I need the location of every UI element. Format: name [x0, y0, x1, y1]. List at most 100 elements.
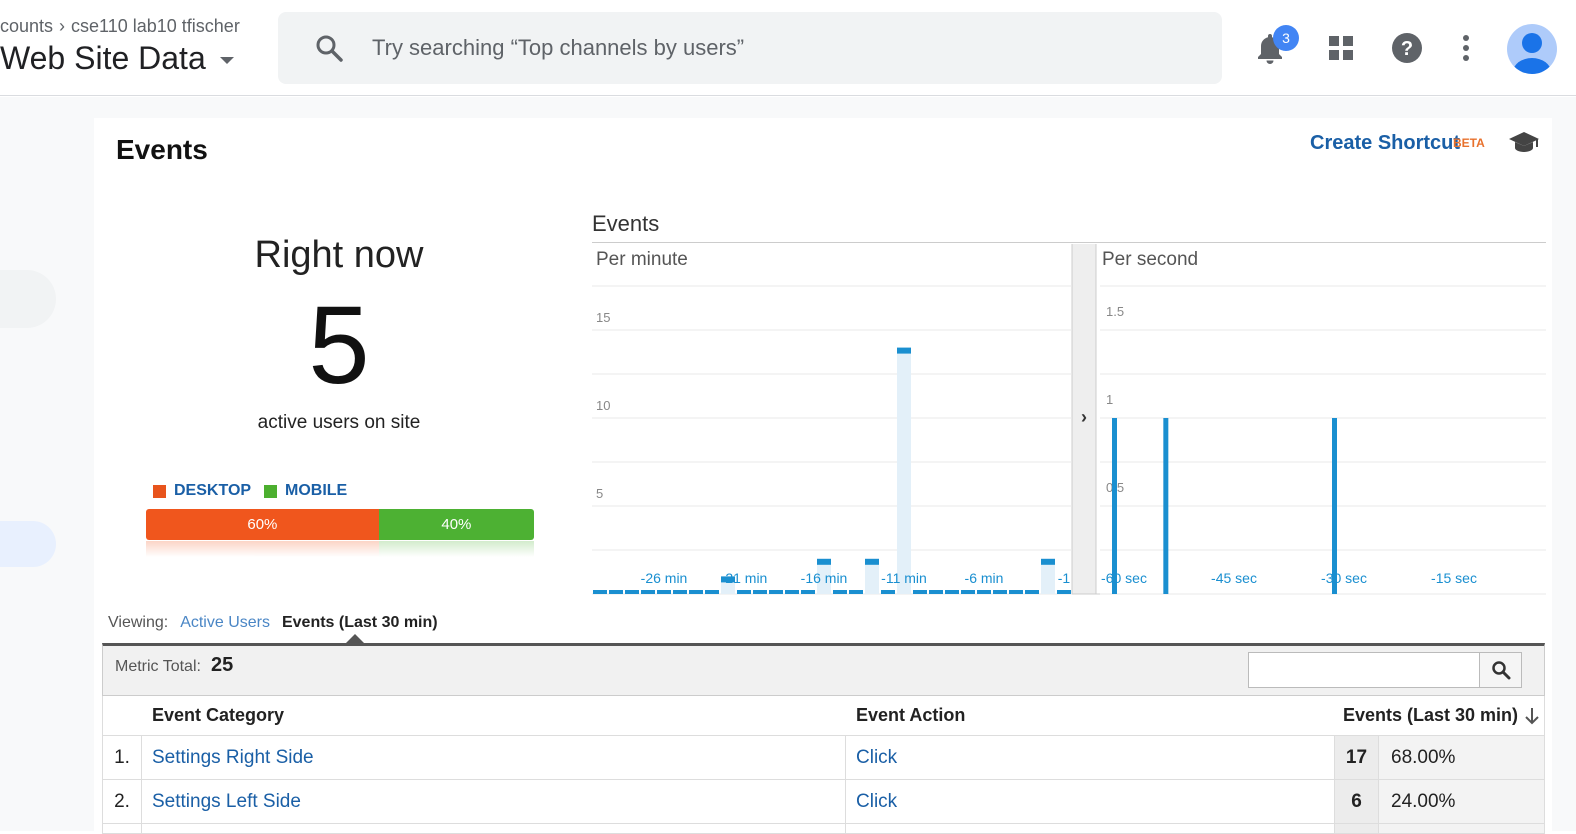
right-now-title: Right now	[254, 234, 424, 276]
index-header	[103, 696, 142, 735]
x-tick-label: -6 min	[965, 570, 1004, 586]
bar-baseline-segment	[689, 590, 703, 594]
events-header-label: Events (Last 30 min)	[1342, 705, 1518, 725]
bar-mark	[1041, 558, 1055, 565]
event-category-link[interactable]: Settings Left Side	[142, 780, 846, 823]
legend-swatch	[153, 484, 166, 498]
breadcrumb-account[interactable]: cse110 lab10 tfischer	[71, 16, 240, 37]
events-count: 6	[1335, 780, 1379, 823]
device-split-bar: 60% 40%	[146, 509, 534, 540]
sort-arrow-down-icon	[1525, 707, 1539, 724]
viewing-selector: Viewing: Active Users Events (Last 30 mi…	[108, 614, 438, 632]
bar-baseline-segment	[913, 590, 927, 594]
table-header: Event Category Event Action Events (Last…	[102, 696, 1545, 736]
property-selector[interactable]: Web Site Data	[0, 40, 234, 77]
page-title: Events	[116, 134, 208, 165]
search-bar[interactable]	[278, 12, 1222, 84]
x-tick-label: -1	[1058, 570, 1071, 586]
bar-baseline-segment	[833, 590, 847, 594]
bar-baseline-segment	[881, 590, 895, 594]
metric-total-label: Metric Total:	[115, 658, 201, 675]
chart-title: Events	[592, 211, 660, 236]
y-tick-label: 5	[596, 486, 603, 501]
bar-baseline-segment	[945, 590, 959, 594]
viewing-label: Viewing:	[108, 614, 169, 631]
legend-mobile: MOBILE	[264, 482, 347, 500]
account-icon	[1513, 33, 1551, 74]
more-vert-icon	[1463, 35, 1469, 61]
bar-baseline-segment	[1025, 590, 1039, 594]
nav-item-home[interactable]	[0, 270, 56, 328]
svg-text:?: ?	[1401, 38, 1413, 60]
y-tick-label: 1.5	[1106, 304, 1124, 319]
table-row-partial	[102, 824, 1545, 834]
y-tick-label: 10	[596, 398, 610, 413]
bar-shadow	[897, 347, 911, 594]
x-tick-label: -16 min	[801, 570, 848, 586]
search-input[interactable]	[372, 35, 1192, 61]
event-action-link[interactable]: Click	[846, 736, 1335, 779]
bar-baseline-segment	[801, 590, 815, 594]
row-index	[103, 824, 142, 833]
bar-baseline-segment	[673, 590, 687, 594]
events-percent	[1379, 824, 1544, 833]
bar-baseline-segment	[705, 590, 719, 594]
bar-baseline-segment	[625, 590, 639, 594]
mobile-segment: 40%	[378, 509, 534, 540]
breadcrumb-accounts[interactable]: counts	[0, 16, 53, 37]
desktop-segment: 60%	[146, 509, 379, 540]
viewing-events[interactable]: Events (Last 30 min)	[282, 614, 438, 632]
events-count	[1335, 824, 1379, 833]
chevron-right-icon: ›	[59, 16, 66, 36]
event-action-link[interactable]: Click	[846, 780, 1335, 823]
bar-baseline-segment	[1009, 590, 1023, 594]
table-search-button[interactable]	[1479, 653, 1521, 687]
bar-baseline-segment	[641, 590, 655, 594]
apps-button[interactable]	[1321, 28, 1361, 68]
y-tick-label: 15	[596, 310, 610, 325]
education-cap-icon[interactable]	[1508, 130, 1540, 159]
event-category-header[interactable]: Event Category	[142, 696, 846, 735]
search-icon	[314, 33, 344, 63]
bar-baseline-segment	[1057, 590, 1071, 594]
nav-item-realtime-active[interactable]	[0, 521, 56, 567]
active-users-label: active users on site	[257, 412, 421, 433]
notification-badge: 3	[1273, 25, 1299, 51]
bar-baseline-segment	[737, 590, 751, 594]
bar-baseline-segment	[769, 590, 783, 594]
y-tick-label: 1	[1106, 392, 1113, 407]
help-button[interactable]: ?	[1387, 28, 1427, 68]
panel-label-per-minute: Per minute	[596, 249, 688, 270]
events-percent: 24.00%	[1379, 780, 1544, 823]
mobile-reflection	[378, 541, 534, 557]
caret-down-icon	[219, 57, 234, 64]
top-bar: counts › cse110 lab10 tfischer Web Site …	[0, 0, 1576, 96]
bar-mark	[1332, 418, 1337, 594]
row-index: 1.	[103, 736, 142, 779]
table-search-input[interactable]	[1249, 653, 1479, 687]
create-shortcut-link[interactable]: Create Shortcut	[1310, 132, 1460, 155]
table-row: 1. Settings Right Side Click 17 68.00%	[102, 736, 1545, 780]
events-count: 17	[1335, 736, 1379, 779]
search-icon	[1491, 661, 1510, 680]
more-menu-button[interactable]	[1446, 28, 1486, 68]
event-action-header[interactable]: Event Action	[846, 696, 1335, 735]
x-tick-label: -60 sec	[1101, 570, 1147, 586]
event-category-link[interactable]: Settings Right Side	[142, 736, 846, 779]
avatar[interactable]	[1507, 24, 1557, 74]
table-search	[1248, 652, 1522, 688]
metric-total-value: 25	[211, 654, 234, 676]
help-icon: ?	[1392, 33, 1422, 63]
x-tick-label: -21 min	[721, 570, 768, 586]
breadcrumb[interactable]: counts › cse110 lab10 tfischer	[0, 16, 240, 37]
bar-baseline-segment	[753, 590, 767, 594]
events-header[interactable]: Events (Last 30 min)	[1335, 696, 1544, 735]
bar-baseline-segment	[657, 590, 671, 594]
viewing-active-users[interactable]: Active Users	[180, 614, 270, 632]
legend-label: DESKTOP	[174, 482, 252, 499]
report-card: Events Create Shortcut BETA Right now 5 …	[94, 118, 1552, 834]
active-users-count: 5	[308, 284, 370, 407]
x-tick-label: -26 min	[641, 570, 688, 586]
x-tick-label: -45 sec	[1211, 570, 1257, 586]
property-name: Web Site Data	[0, 40, 206, 76]
